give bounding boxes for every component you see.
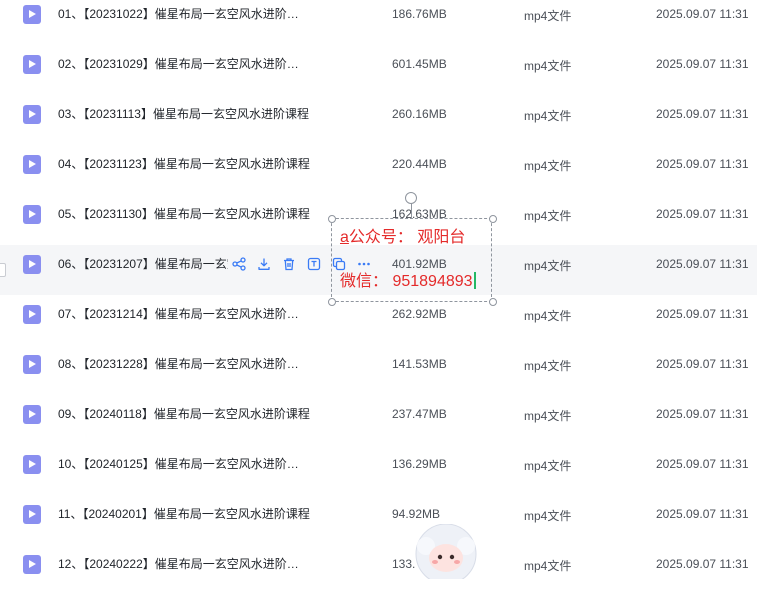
annotation-line-2[interactable]: 微信： 951894893 [340,272,476,292]
file-name[interactable]: 04、【20231123】催星布局一玄空风水进阶课程 [58,156,310,172]
download-icon[interactable] [256,255,272,273]
file-name[interactable]: 01、【20231022】催星布局一玄空风水进阶课程 [58,6,310,22]
file-size: 186.76MB [392,7,447,21]
text-caret [473,272,476,289]
video-file-icon [23,355,41,374]
file-modified-date: 2025.09.07 11:31 [656,7,749,21]
video-file-icon [23,305,41,324]
file-modified-date: 2025.09.07 11:31 [656,157,749,171]
file-type: mp4文件 [524,409,572,423]
file-row[interactable]: 10、【20240125】催星布局一玄空风水进阶课程 136.29MB mp4文件 2… [0,445,757,495]
video-file-icon [23,5,41,24]
file-name[interactable]: 05、【20231130】催星布局一玄空风水进阶课程 [58,206,310,222]
file-size: 237.47MB [392,407,447,421]
file-type: mp4文件 [524,359,572,373]
delete-icon[interactable] [281,255,297,273]
video-file-icon [23,405,41,424]
extract-icon[interactable] [306,255,322,273]
file-modified-date: 2025.09.07 11:31 [656,357,749,371]
file-type: mp4文件 [524,459,572,473]
file-size: 220.44MB [392,157,447,171]
resize-handle-top-left[interactable] [328,215,336,223]
file-name[interactable]: 03、【20231113】催星布局一玄空风水进阶课程 [58,106,310,122]
file-row[interactable]: 12、【20240222】催星布局一玄空风水进阶课程 133. mp4文件 2025.… [0,545,757,595]
file-size: 601.45MB [392,57,447,71]
file-type: mp4文件 [524,309,572,323]
file-type: mp4文件 [524,559,572,573]
file-name[interactable]: 09、【20240118】催星布局一玄空风水进阶课程 [58,406,310,422]
video-file-icon [23,205,41,224]
share-icon[interactable] [231,255,247,273]
file-row[interactable]: 01、【20231022】催星布局一玄空风水进阶课程 186.76MB mp4文件 2… [0,0,757,45]
file-row[interactable]: 11、【20240201】催星布局一玄空风水进阶课程 94.92MB mp4文件 20… [0,495,757,545]
file-modified-date: 2025.09.07 11:31 [656,307,749,321]
annotation-wechat: 微信： 951894893 [340,273,473,290]
annotation-account: 公众号： 观阳台 [348,229,466,246]
file-row[interactable]: 04、【20231123】催星布局一玄空风水进阶课程 220.44MB mp4文件 2… [0,145,757,195]
video-file-icon [23,505,41,524]
file-modified-date: 2025.09.07 11:31 [656,207,749,221]
video-file-icon [23,255,41,274]
video-file-icon [23,105,41,124]
file-size: 94.92MB [392,507,441,521]
row-checkbox[interactable] [0,263,6,277]
file-size: 262.92MB [392,307,447,321]
file-modified-date: 2025.09.07 11:31 [656,257,749,271]
file-size: 141.53MB [392,357,447,371]
resize-handle-bottom-right[interactable] [489,298,497,306]
file-name[interactable]: 12、【20240222】催星布局一玄空风水进阶课程 [58,556,310,572]
file-name[interactable]: 06、【20231207】催星布局一玄空风水进阶课程 [58,256,228,272]
video-file-icon [23,455,41,474]
file-row[interactable]: 08、【20231228】催星布局一玄空风水进阶课程 141.53MB mp4文件 2… [0,345,757,395]
video-file-icon [23,555,41,574]
rotate-handle[interactable] [405,192,417,204]
file-type: mp4文件 [524,109,572,123]
video-file-icon [23,55,41,74]
file-name[interactable]: 11、【20240201】催星布局一玄空风水进阶课程 [58,506,310,522]
video-file-icon [23,155,41,174]
file-size: 136.29MB [392,457,447,471]
resize-handle-bottom-left[interactable] [328,298,336,306]
file-modified-date: 2025.09.07 11:31 [656,457,749,471]
file-row[interactable]: 09、【20240118】催星布局一玄空风水进阶课程 237.47MB mp4文件 2… [0,395,757,445]
file-size: 260.16MB [392,107,447,121]
file-type: mp4文件 [524,209,572,223]
file-type: mp4文件 [524,259,572,273]
file-modified-date: 2025.09.07 11:31 [656,57,749,71]
file-type: mp4文件 [524,509,572,523]
file-type: mp4文件 [524,59,572,73]
file-name[interactable]: 07、【20231214】催星布局一玄空风水进阶课程 [58,306,310,322]
file-modified-date: 2025.09.07 11:31 [656,407,749,421]
file-modified-date: 2025.09.07 11:31 [656,557,749,571]
file-modified-date: 2025.09.07 11:31 [656,507,749,521]
file-row[interactable]: 07、【20231214】催星布局一玄空风水进阶课程 262.92MB mp4文件 2… [0,295,757,345]
file-name[interactable]: 10、【20240125】催星布局一玄空风水进阶课程 [58,456,310,472]
file-type: mp4文件 [524,159,572,173]
file-type: mp4文件 [524,9,572,23]
rotate-connector [411,202,412,218]
annotation-line-1[interactable]: a公众号： 观阳台 [340,228,465,248]
file-name[interactable]: 02、【20231029】催星布局一玄空风水进阶课程 [58,56,310,72]
file-row[interactable]: 03、【20231113】催星布局一玄空风水进阶课程 260.16MB mp4文件 2… [0,95,757,145]
annotation-prefix: a [340,229,349,246]
file-modified-date: 2025.09.07 11:31 [656,107,749,121]
resize-handle-top-right[interactable] [489,215,497,223]
file-name[interactable]: 08、【20231228】催星布局一玄空风水进阶课程 [58,356,310,372]
file-row[interactable]: 02、【20231029】催星布局一玄空风水进阶课程 601.45MB mp4文件 2… [0,45,757,95]
